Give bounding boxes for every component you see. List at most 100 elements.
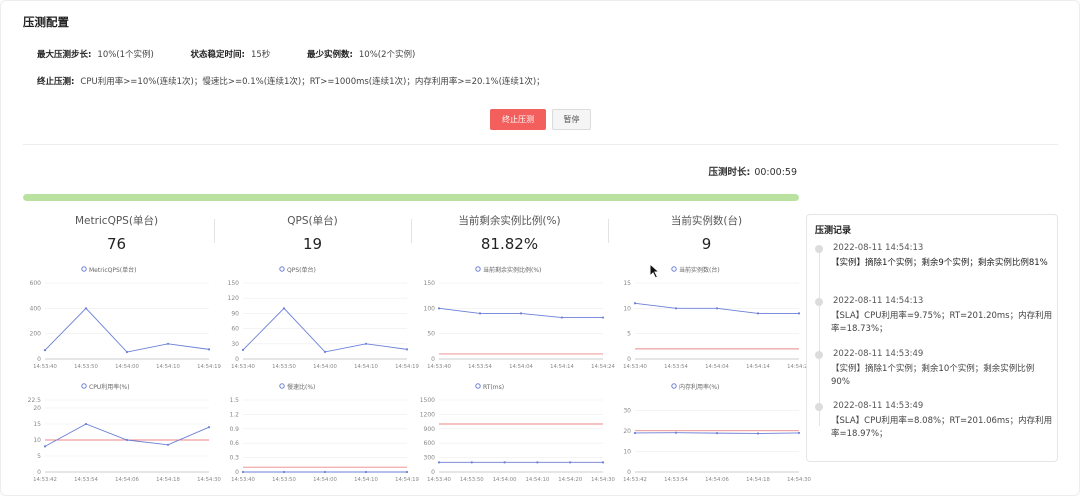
y-tick-label: 1200 <box>420 411 435 418</box>
x-tick-label: 14:53:50 <box>272 477 296 483</box>
y-tick-label: 120 <box>228 295 240 302</box>
stat-qps: QPS(单台) 19 <box>215 213 410 253</box>
duration-value: 00:00:59 <box>754 167 797 178</box>
y-tick-label: 150 <box>228 280 240 287</box>
x-tick-label: 14:54:00 <box>313 477 337 483</box>
stat-label: 当前实例数(台) <box>670 215 743 227</box>
series-line <box>44 307 210 353</box>
log-message: 【实例】摘除1个实例；剩余9个实例；剩余实例比例81% <box>831 258 1048 268</box>
timeline-line <box>819 246 820 426</box>
log-message: 【实例】摘除1个实例；剩余10个实例；剩余实例比例90% <box>831 364 1035 387</box>
data-point <box>715 432 719 435</box>
log-message: 【SLA】CPU利用率=8.08%；RT=201.06ms；内存利用率=18.9… <box>831 416 1053 439</box>
x-tick-label: 14:54:04 <box>705 364 729 370</box>
x-tick-label: 14:54:18 <box>746 477 770 483</box>
y-tick-label: 0 <box>431 469 435 476</box>
stop-condition-label: 终止压测: <box>37 77 75 87</box>
data-point <box>84 422 88 426</box>
data-point <box>536 461 539 464</box>
data-point <box>674 307 678 310</box>
chart-memory: 内存利用率(%) 0 10 20 30 14:53:42 14:53:54 14:54:06 1… <box>623 383 811 483</box>
log-title: 压测记录 <box>815 226 852 236</box>
y-tick-label: 0 <box>627 469 631 476</box>
data-point <box>166 443 170 446</box>
duration-label: 压测时长: <box>708 167 751 178</box>
data-point <box>84 307 88 310</box>
data-point <box>364 470 368 474</box>
x-tick-label: 14:54:30 <box>591 477 615 483</box>
x-tick-label: 14:53:54 <box>664 477 688 483</box>
data-point <box>125 350 129 354</box>
x-tick-label: 14:54:04 <box>509 364 533 370</box>
config-min: 最少实例数: 10%(2个实例) <box>307 48 415 60</box>
y-tick-label: 200 <box>30 331 42 338</box>
y-tick-label: 0 <box>37 469 41 476</box>
stat-label: 当前剩余实例比例(%) <box>458 215 561 227</box>
log-time: 2022-08-11 14:53:49 <box>833 349 924 359</box>
y-tick-label: 15 <box>623 280 631 287</box>
stop-test-button[interactable]: 终止压测 <box>490 109 546 130</box>
x-tick-label: 14:54:06 <box>705 477 729 483</box>
y-tick-label: 60 <box>231 326 239 333</box>
y-tick-label: 5 <box>37 453 41 460</box>
x-tick-label: 14:53:40 <box>231 364 255 370</box>
y-tick-label: 0.3 <box>229 455 239 462</box>
data-point <box>437 307 441 310</box>
legend-marker-icon <box>671 266 677 272</box>
data-point <box>125 438 129 442</box>
x-tick-label: 14:54:10 <box>526 477 550 483</box>
mouse-pointer-icon <box>649 263 661 279</box>
y-tick-label: 600 <box>30 280 42 287</box>
stop-condition-value: CPU利用率>=10%(连续1次)；慢速比>=0.1%(连续1次)；RT>=10… <box>80 77 545 87</box>
stat-remaining-ratio: 当前剩余实例比例(%) 81.82% <box>412 213 607 253</box>
pause-button[interactable]: 暂停 <box>552 109 591 130</box>
y-tick-label: 10 <box>33 437 41 444</box>
x-tick-label: 14:54:18 <box>156 477 180 483</box>
config-stable-label: 状态稳定时间: <box>190 50 245 60</box>
y-tick-label: 0 <box>235 469 239 476</box>
config-min-label: 最少实例数: <box>306 50 353 60</box>
x-tick-label: 14:53:42 <box>33 477 57 483</box>
stress-test-panel: 压测配置 最大压测步长: 10%(1个实例) 状态稳定时间: 15秒 最少实例数: 1… <box>0 0 1080 496</box>
data-point <box>207 348 211 351</box>
y-tick-label: 22.5 <box>28 397 42 404</box>
x-tick-label: 14:53:54 <box>664 364 688 370</box>
x-tick-label: 14:53:50 <box>272 364 296 370</box>
y-tick-label: 1500 <box>420 397 435 404</box>
stat-label: QPS(单台) <box>287 215 338 227</box>
data-point <box>756 312 760 315</box>
data-point <box>437 461 441 464</box>
stat-label: MetricQPS(单台) <box>74 215 159 227</box>
y-tick-label: 600 <box>424 440 436 447</box>
timeline-dot-icon <box>815 403 823 411</box>
config-step-value: 10%(1个实例) <box>97 50 154 60</box>
y-tick-label: 10 <box>623 305 631 312</box>
y-tick-label: 30 <box>231 341 239 348</box>
y-tick-label: 0.6 <box>229 440 239 447</box>
data-point <box>601 461 605 464</box>
series-line <box>44 423 210 447</box>
legend-label: 当前实例数(台) <box>679 266 720 274</box>
data-point <box>715 307 719 310</box>
log-time: 2022-08-11 14:54:13 <box>833 243 924 253</box>
y-tick-label: 1.2 <box>229 411 239 418</box>
x-tick-label: 14:53:40 <box>427 364 451 370</box>
y-tick-label: 100 <box>424 305 436 312</box>
x-tick-label: 14:53:40 <box>623 364 647 370</box>
y-tick-label: 0 <box>37 356 41 363</box>
y-tick-label: 150 <box>424 280 436 287</box>
y-tick-label: 400 <box>30 305 42 312</box>
data-point <box>241 348 245 351</box>
x-tick-label: 14:54:20 <box>558 477 582 483</box>
series-line <box>242 307 408 353</box>
data-point <box>43 445 47 448</box>
config-step: 最大压测步长: 10%(1个实例) <box>37 48 154 60</box>
y-tick-label: 900 <box>424 426 436 433</box>
x-tick-label: 14:54:10 <box>156 364 180 370</box>
legend-label: RT(ms) <box>483 384 504 391</box>
x-tick-label: 14:53:50 <box>74 364 98 370</box>
data-point <box>241 470 245 474</box>
data-point <box>470 461 473 464</box>
y-tick-label: 0.9 <box>229 426 239 433</box>
legend-label: 内存利用率(%) <box>679 383 719 391</box>
